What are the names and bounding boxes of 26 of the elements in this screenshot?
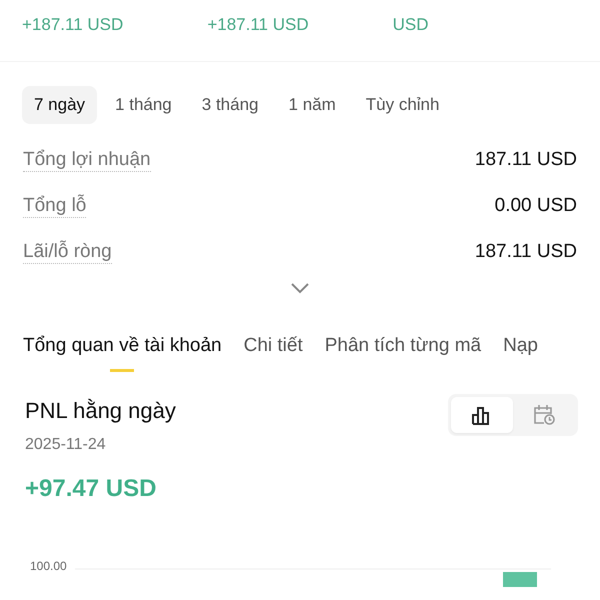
period-tab[interactable]: 1 năm — [276, 86, 348, 124]
stat-label: Tổng lợi nhuận — [23, 148, 151, 172]
section-title: PNL hằng ngày — [25, 397, 176, 425]
change-amount: +187.11 USD — [22, 15, 124, 34]
period-tab[interactable]: Tùy chỉnh — [354, 86, 452, 124]
stat-label: Lãi/lỗ ròng — [23, 240, 112, 264]
bar-chart-view-button[interactable] — [451, 397, 513, 433]
chart-bar — [502, 572, 537, 587]
change-amount: USD — [392, 15, 429, 34]
stat-value: 187.11 USD — [474, 240, 577, 264]
calendar-clock-icon — [532, 404, 556, 426]
period-tab[interactable]: 1 tháng — [103, 86, 184, 124]
section-tab[interactable]: Chi tiết — [244, 332, 303, 372]
section-tab[interactable]: Nạp — [503, 332, 538, 372]
chevron-down-icon[interactable] — [290, 282, 310, 294]
date-text: 2025-11-24 — [25, 435, 107, 455]
stat-label: Tổng lỗ — [23, 194, 86, 218]
axis-label: 100.00 — [30, 558, 67, 575]
stat-value: 0.00 USD — [494, 194, 577, 218]
change-amount: +187.11 USD — [207, 15, 309, 34]
pnl-amount: +97.47 USD — [25, 474, 158, 504]
period-tab[interactable]: 3 tháng — [190, 86, 271, 124]
period-tab[interactable]: 7 ngày — [22, 86, 98, 124]
section-tab[interactable]: Tổng quan về tài khoản — [23, 332, 222, 372]
section-tab[interactable]: Phân tích từng mã — [324, 332, 482, 372]
stat-value: 187.11 USD — [474, 148, 577, 172]
